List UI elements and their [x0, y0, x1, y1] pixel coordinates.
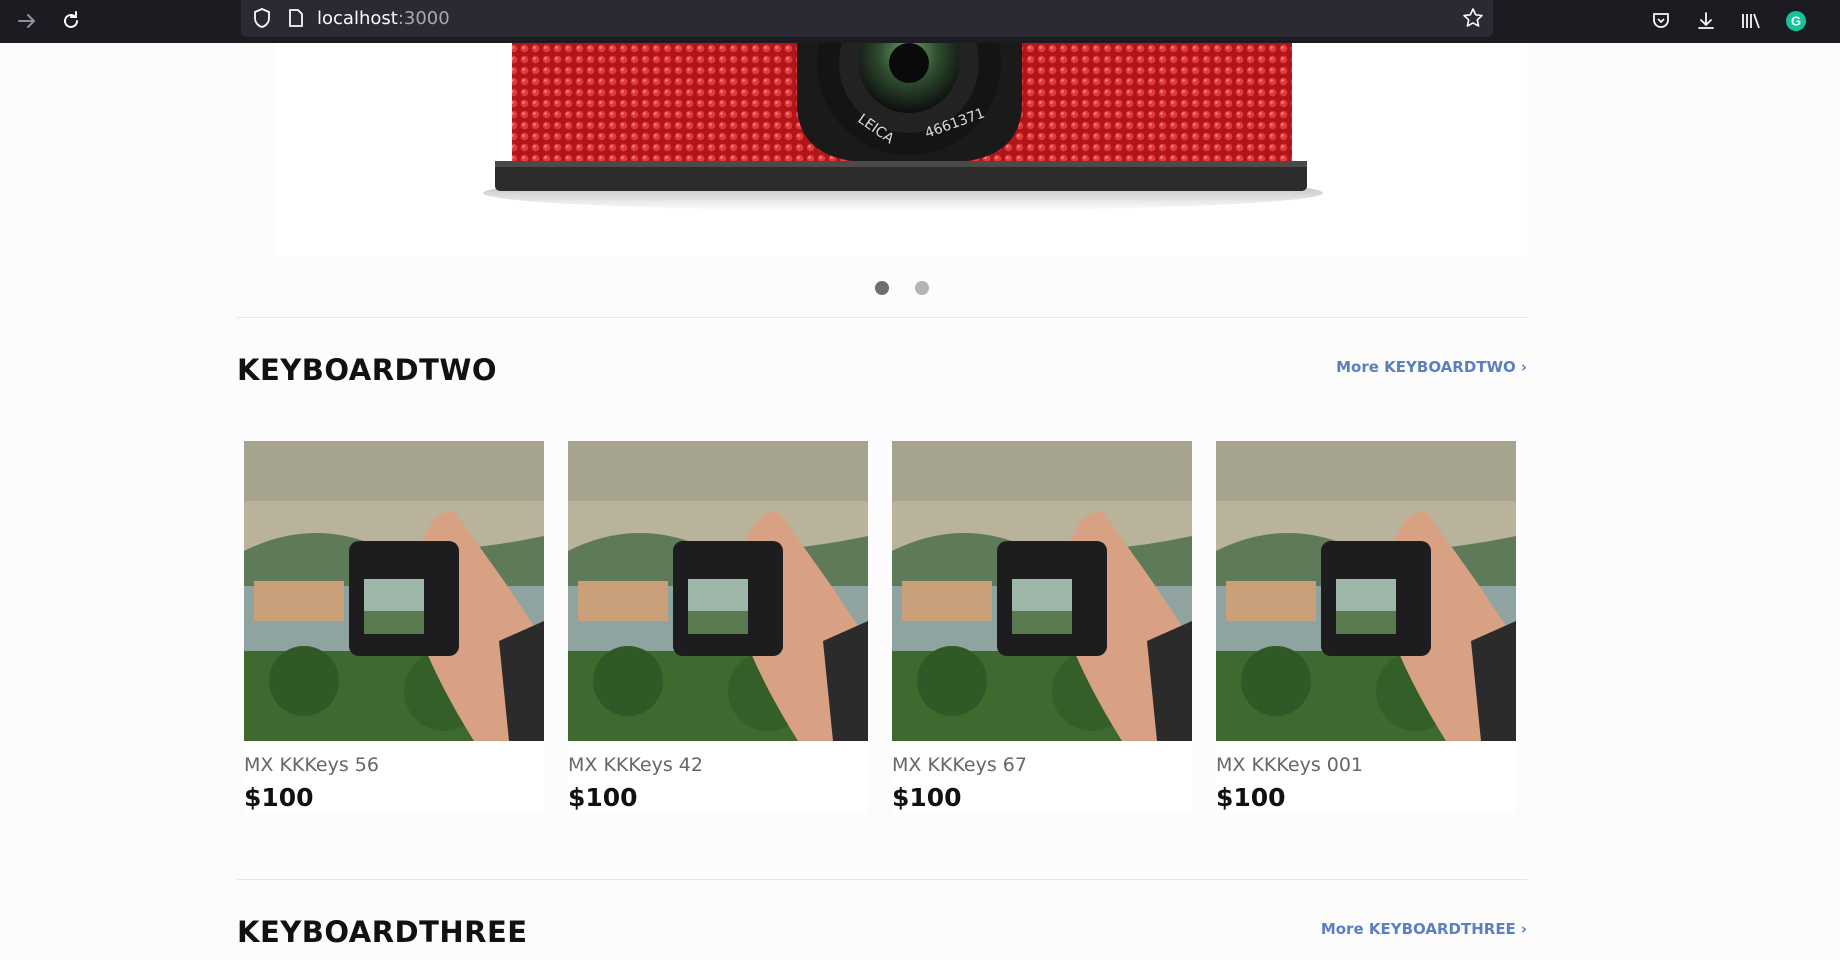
url-port: :3000 — [397, 8, 450, 29]
chevron-right-icon: › — [1520, 358, 1527, 376]
product-name: MX KKKeys 67 — [892, 754, 1027, 776]
product-price: $100 — [244, 783, 314, 812]
more-link[interactable]: More KEYBOARDTHREE › — [1321, 920, 1527, 938]
camera-photo-image — [1216, 441, 1516, 741]
download-icon[interactable] — [1691, 6, 1721, 36]
url-host: localhost — [317, 8, 398, 29]
carousel-dot-2[interactable] — [915, 281, 929, 295]
reload-icon[interactable] — [56, 6, 86, 36]
camera-photo-image — [892, 441, 1192, 741]
grammarly-icon[interactable]: G — [1781, 6, 1811, 36]
carousel-dot-1[interactable] — [875, 281, 889, 295]
product-name: MX KKKeys 001 — [1216, 754, 1364, 776]
url-text[interactable]: localhost:3000 — [317, 8, 450, 29]
pocket-icon[interactable] — [1646, 6, 1676, 36]
product-card[interactable]: MX KKKeys 42 $100 — [568, 441, 868, 813]
product-image[interactable] — [568, 441, 868, 741]
camera-photo-image — [568, 441, 868, 741]
section-title: KEYBOARDTHREE — [237, 915, 528, 949]
section-title: KEYBOARDTWO — [237, 353, 498, 387]
product-image[interactable] — [1216, 441, 1516, 741]
shield-icon[interactable] — [247, 3, 277, 33]
product-image[interactable] — [892, 441, 1192, 741]
section-divider — [237, 879, 1527, 880]
product-name: MX KKKeys 42 — [568, 754, 703, 776]
camera-product-image: LEICA 4661371 — [483, 43, 1323, 211]
carousel-slide[interactable]: LEICA 4661371 — [277, 43, 1527, 257]
product-price: $100 — [892, 783, 962, 812]
product-price: $100 — [1216, 783, 1286, 812]
product-card[interactable]: MX KKKeys 56 $100 — [244, 441, 544, 813]
product-price: $100 — [568, 783, 638, 812]
bookmark-star-icon[interactable] — [1458, 3, 1488, 33]
camera-photo-image — [244, 441, 544, 741]
browser-toolbar: localhost:3000 G — [0, 0, 1840, 43]
more-link-label: More KEYBOARDTHREE — [1320, 920, 1516, 938]
url-bar[interactable]: localhost:3000 — [241, 0, 1493, 37]
more-link[interactable]: More KEYBOARDTWO › — [1336, 358, 1527, 376]
svg-text:G: G — [1791, 14, 1801, 29]
product-card[interactable]: MX KKKeys 67 $100 — [892, 441, 1192, 813]
product-name: MX KKKeys 56 — [244, 754, 379, 776]
product-card[interactable]: MX KKKeys 001 $100 — [1216, 441, 1516, 813]
more-link-label: More KEYBOARDTWO — [1336, 358, 1516, 376]
section-divider — [237, 317, 1527, 318]
page-icon[interactable] — [281, 3, 311, 33]
product-image[interactable] — [244, 441, 544, 741]
carousel-dots — [875, 281, 929, 295]
forward-icon[interactable] — [12, 6, 42, 36]
chevron-right-icon: › — [1520, 920, 1527, 938]
library-icon[interactable] — [1736, 6, 1766, 36]
